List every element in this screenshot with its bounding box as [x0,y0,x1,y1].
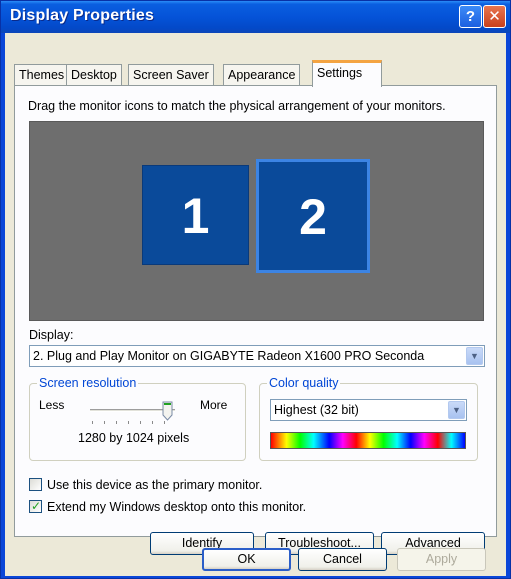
color-quality-group: Color quality Highest (32 bit) ▼ [259,376,478,461]
tab-desktop[interactable]: Desktop [66,64,122,86]
tab-settings[interactable]: Settings [312,60,382,87]
display-select[interactable]: 2. Plug and Play Monitor on GIGABYTE Rad… [29,345,485,367]
extend-desktop-checkbox-row[interactable]: ✓ Extend my Windows desktop onto this mon… [29,499,307,514]
dialog-client-area: Themes Desktop Screen Saver Appearance S… [5,33,506,576]
monitor-1-icon[interactable]: 1 [142,165,249,265]
checkmark-icon: ✓ [31,499,42,513]
less-label: Less [39,398,65,412]
monitor-1-number: 1 [181,188,210,244]
display-properties-window: Display Properties ? ✕ Themes Desktop Sc… [0,0,511,579]
help-button[interactable]: ? [459,5,482,28]
color-spectrum-preview [270,432,466,449]
close-icon: ✕ [488,8,501,25]
monitor-arrangement-area[interactable]: 1 2 [29,121,484,321]
display-select-value: 2. Plug and Play Monitor on GIGABYTE Rad… [33,349,425,363]
help-icon: ? [465,8,476,25]
extend-desktop-checkbox[interactable]: ✓ [29,499,42,513]
display-label: Display: [29,328,74,342]
tab-screen-saver[interactable]: Screen Saver [128,64,214,86]
primary-monitor-checkbox[interactable] [29,478,42,491]
window-title: Display Properties [10,7,155,24]
color-quality-select[interactable]: Highest (32 bit) ▼ [270,399,467,421]
instruction-text: Drag the monitor icons to match the phys… [28,99,446,113]
monitor-2-number: 2 [299,189,327,245]
monitor-2-icon[interactable]: 2 [256,159,370,273]
screen-resolution-legend: Screen resolution [37,376,139,390]
color-quality-legend: Color quality [267,376,341,390]
apply-button[interactable]: Apply [397,548,486,571]
more-label: More [200,398,228,412]
cancel-button[interactable]: Cancel [298,548,387,571]
chevron-down-icon[interactable]: ▼ [448,401,465,419]
resolution-slider-thumb[interactable] [162,401,173,421]
primary-monitor-checkbox-row[interactable]: Use this device as the primary monitor. [29,478,262,492]
close-button[interactable]: ✕ [483,5,506,28]
tab-themes[interactable]: Themes [14,64,70,86]
resolution-value: 1280 by 1024 pixels [78,431,190,445]
settings-panel: Drag the monitor icons to match the phys… [14,85,497,555]
primary-monitor-label: Use this device as the primary monitor. [47,478,263,492]
chevron-down-icon[interactable]: ▼ [466,347,483,365]
ok-button[interactable]: OK [202,548,291,571]
resolution-slider-ticks [92,421,174,425]
title-bar[interactable]: Display Properties ? ✕ [1,1,510,33]
tab-appearance[interactable]: Appearance [223,64,301,86]
color-quality-value: Highest (32 bit) [274,403,359,417]
screen-resolution-group: Screen resolution Less More 1280 by 1024… [29,376,246,461]
extend-desktop-label: Extend my Windows desktop onto this moni… [47,500,307,514]
